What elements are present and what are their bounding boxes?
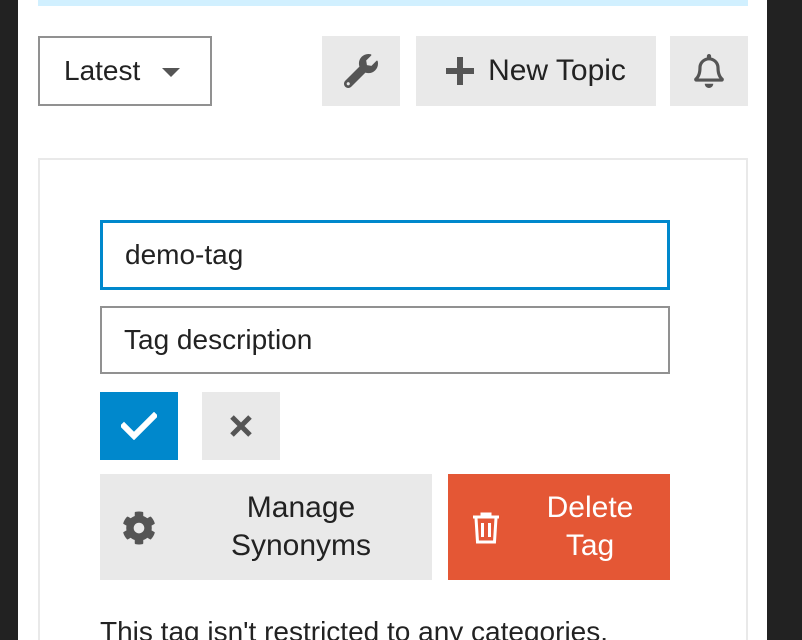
times-icon <box>230 415 252 437</box>
bell-icon <box>694 54 724 88</box>
tag-name-input[interactable] <box>100 220 670 290</box>
tag-restriction-text: This tag isn't restricted to any categor… <box>100 616 609 640</box>
tag-edit-panel: Manage Synonyms Delete Tag This tag isn'… <box>38 158 748 640</box>
latest-filter-dropdown[interactable]: Latest <box>38 36 212 106</box>
delete-tag-label: Delete Tag <box>546 491 634 562</box>
admin-wrench-button[interactable] <box>322 36 400 106</box>
new-topic-label: New Topic <box>488 54 626 87</box>
tag-description-input[interactable] <box>100 306 670 374</box>
wrench-icon <box>344 54 378 88</box>
page: Latest New Topic demo-tag Tag descriptio… <box>18 0 767 640</box>
filter-dropdown-label: Latest <box>64 55 141 86</box>
cancel-edit-button[interactable] <box>202 392 280 460</box>
new-topic-button[interactable]: New Topic <box>416 36 656 106</box>
top-banner <box>38 0 748 6</box>
plus-icon <box>446 57 475 85</box>
delete-tag-button[interactable]: Delete Tag <box>448 474 670 580</box>
caret-down-icon <box>162 67 181 77</box>
manage-synonyms-button[interactable]: Manage Synonyms <box>100 474 432 580</box>
gear-icon <box>123 511 155 545</box>
save-tag-button[interactable] <box>100 392 178 460</box>
trash-icon <box>473 512 499 544</box>
notifications-button[interactable] <box>670 36 748 106</box>
check-icon <box>121 412 157 440</box>
manage-synonyms-label: Manage Synonyms <box>230 491 372 562</box>
